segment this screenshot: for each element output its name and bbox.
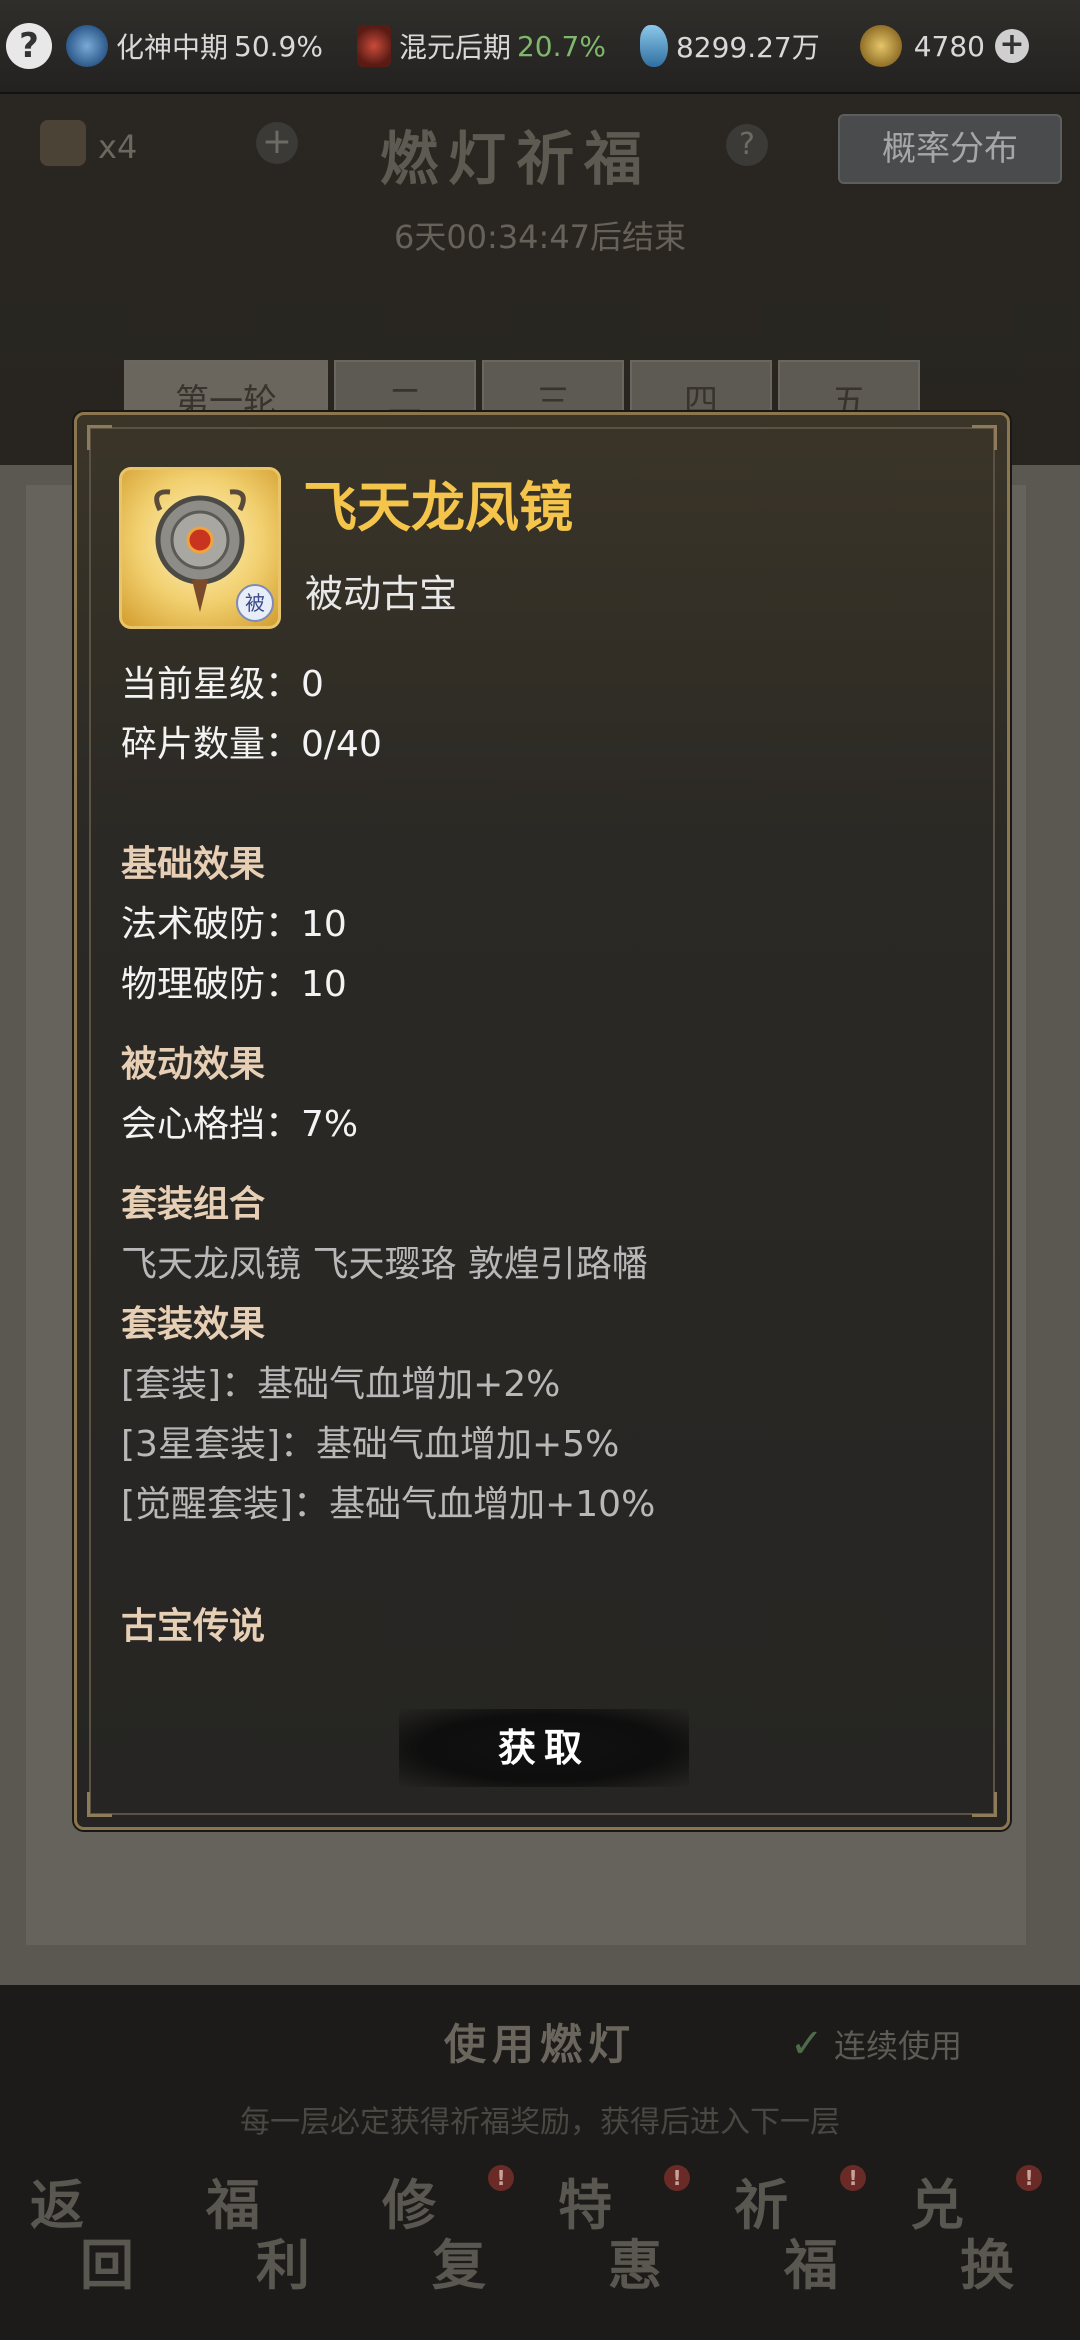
notification-dot-icon: ! — [1016, 2165, 1042, 2191]
bottom-nav: 返 回 福 利 修 复 ! 特 惠 ! 祈 福 ! 兑 换 ! — [20, 2161, 1060, 2311]
spirit-stone-icon — [639, 25, 668, 67]
hint-text: 每一层必定获得祈福奖励，获得后进入下一层 — [240, 2105, 840, 2140]
nav-exchange-char-1: 兑 — [910, 2173, 964, 2237]
nav-exchange[interactable]: 兑 换 ! — [900, 2161, 1060, 2311]
item-detail-content[interactable]: 当前星级：0 碎片数量：0/40 基础效果 法术破防：10 物理破防：10 被动… — [121, 655, 961, 1665]
nav-back[interactable]: 返 回 — [20, 2161, 180, 2311]
physical-pierce-label: 物理破防： — [121, 964, 302, 1005]
bottom-area: 使用燃灯 ✓ 连续使用 每一层必定获得祈福奖励，获得后进入下一层 返 回 福 利 … — [0, 1985, 1080, 2340]
fragment-row: 碎片数量：0/40 — [121, 715, 961, 775]
checkmark-icon: ✓ — [790, 2021, 824, 2067]
set-effect-2: [3星套装]：基础气血增加+5% — [121, 1424, 620, 1465]
nav-back-char-2: 回 — [80, 2233, 134, 2297]
item-type: 被动古宝 — [305, 572, 458, 616]
add-lantern-icon[interactable]: + — [256, 122, 298, 164]
nav-welfare[interactable]: 福 利 — [196, 2161, 356, 2311]
coin-value: 4780 — [913, 29, 985, 63]
question-circle-icon[interactable]: ? — [6, 23, 52, 69]
nav-blessing[interactable]: 祈 福 ! — [724, 2161, 884, 2311]
nav-back-char-1: 返 — [30, 2173, 84, 2237]
yin-yang-icon — [66, 25, 108, 67]
set-combo-title: 套装组合 — [121, 1184, 266, 1225]
nav-offer-char-2: 惠 — [608, 2233, 662, 2297]
realm-pct-2: 20.7% — [516, 29, 606, 63]
corner-ornament — [972, 1792, 997, 1817]
passive-effect-title: 被动效果 — [121, 1044, 266, 1085]
nav-special-offer[interactable]: 特 惠 ! — [548, 2161, 708, 2311]
continuous-use-toggle[interactable]: ✓ 连续使用 — [790, 2021, 962, 2067]
lantern-count: x4 — [98, 128, 138, 166]
notification-dot-icon: ! — [488, 2165, 514, 2191]
fragment-label: 碎片数量： — [121, 724, 302, 765]
realm-resource-1: 化神中期 50.9% — [66, 25, 323, 67]
star-level-value: 0 — [301, 664, 324, 705]
nav-repair-char-2: 复 — [432, 2233, 486, 2297]
crit-block-value: 7% — [301, 1104, 359, 1145]
spirit-stone-resource: 8299.27万 — [639, 25, 820, 67]
physical-pierce-value: 10 — [301, 964, 347, 1005]
notification-dot-icon: ! — [664, 2165, 690, 2191]
star-level-row: 当前星级：0 — [121, 655, 961, 715]
realm-pct-1: 50.9% — [234, 29, 323, 63]
fragment-value: 0/40 — [301, 724, 382, 765]
flame-emblem-icon — [356, 25, 391, 67]
get-button[interactable]: 获取 — [399, 1709, 689, 1787]
magic-pierce-row: 法术破防：10 — [121, 895, 961, 955]
nav-blessing-char-1: 祈 — [734, 2173, 788, 2237]
coin-resource: 4780 + — [859, 25, 1029, 67]
probability-button[interactable]: 概率分布 — [838, 114, 1062, 184]
nav-offer-char-1: 特 — [558, 2173, 612, 2237]
magic-pierce-label: 法术破防： — [121, 904, 302, 945]
item-name: 飞天龙凤镜 — [303, 476, 573, 539]
page-title: 燃灯祈福 — [380, 125, 653, 193]
use-lantern-button[interactable]: 使用燃灯 — [390, 2005, 690, 2085]
title-help-icon[interactable]: ? — [726, 124, 768, 166]
add-coin-icon[interactable]: + — [995, 29, 1029, 63]
nav-exchange-char-2: 换 — [960, 2233, 1014, 2297]
corner-ornament — [87, 425, 112, 450]
physical-pierce-row: 物理破防：10 — [121, 955, 961, 1015]
realm-label-2: 混元后期 — [398, 31, 511, 64]
magic-pierce-value: 10 — [301, 904, 347, 945]
coin-icon — [859, 25, 902, 67]
nav-repair[interactable]: 修 复 ! — [372, 2161, 532, 2311]
crit-block-label: 会心格挡： — [121, 1104, 302, 1145]
nav-blessing-char-2: 福 — [784, 2233, 838, 2297]
passive-badge: 被 — [236, 584, 274, 622]
legend-title: 古宝传说 — [121, 1606, 266, 1647]
corner-ornament — [87, 1792, 112, 1817]
crit-block-row: 会心格挡：7% — [121, 1095, 961, 1155]
nav-repair-char-1: 修 — [382, 2173, 436, 2237]
spirit-stone-value: 8299.27万 — [675, 31, 820, 64]
corner-ornament — [972, 425, 997, 450]
realm-label-1: 化神中期 — [116, 31, 229, 64]
item-detail-modal: 被 飞天龙凤镜 被动古宝 当前星级：0 碎片数量：0/40 基础效果 法术破防：… — [74, 412, 1010, 1830]
set-combo-items: 飞天龙凤镜 飞天璎珞 敦煌引路幡 — [121, 1244, 648, 1285]
event-header: x4 + 燃灯祈福 ? 概率分布 — [0, 100, 1080, 210]
set-effect-1: [套装]：基础气血增加+2% — [121, 1364, 561, 1405]
continuous-use-label: 连续使用 — [834, 2027, 963, 2065]
set-effect-title: 套装效果 — [121, 1304, 266, 1345]
notification-dot-icon: ! — [840, 2165, 866, 2191]
item-icon: 被 — [119, 467, 281, 629]
event-timer: 6天00:34:47后结束 — [393, 218, 687, 256]
set-effect-3: [觉醒套装]：基础气血增加+10% — [121, 1484, 656, 1525]
nav-welfare-char-2: 利 — [256, 2233, 310, 2297]
realm-resource-2: 混元后期 20.7% — [356, 25, 606, 67]
lantern-item-icon — [40, 120, 86, 166]
nav-welfare-char-1: 福 — [206, 2173, 260, 2237]
base-effect-title: 基础效果 — [121, 844, 266, 885]
star-level-label: 当前星级： — [121, 664, 302, 705]
top-resource-bar: ? 化神中期 50.9% 混元后期 20.7% 8299.27万 4780 + — [0, 0, 1080, 94]
